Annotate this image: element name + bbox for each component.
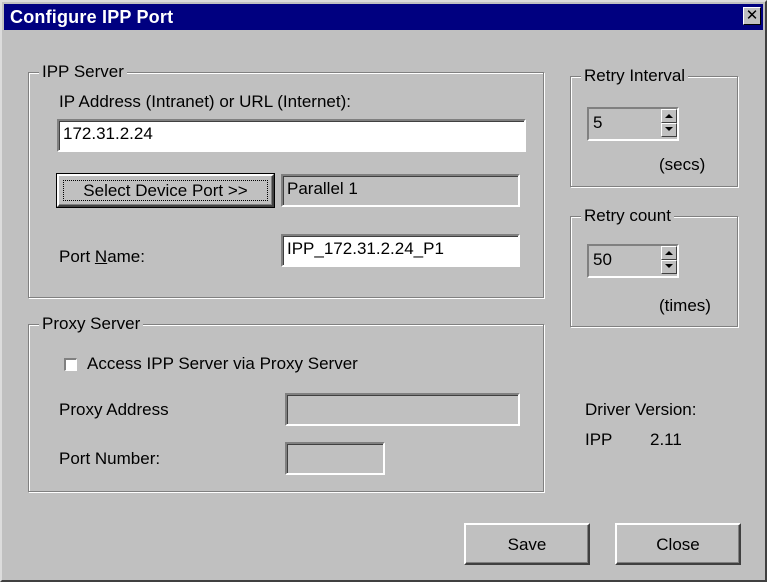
close-button[interactable]: Close <box>615 523 741 565</box>
retry-count-value: 50 <box>593 250 612 269</box>
ip-address-field[interactable]: 172.31.2.24 <box>57 119 526 152</box>
port-name-value: IPP_172.31.2.24_P1 <box>287 239 444 258</box>
device-port-field: Parallel 1 <box>281 174 520 207</box>
close-icon[interactable]: ✕ <box>743 7 761 25</box>
close-button-label: Close <box>656 535 700 554</box>
select-device-port-button[interactable]: Select Device Port >> <box>56 173 275 208</box>
spin-down-arrow-icon[interactable] <box>661 260 677 274</box>
port-number-field <box>285 442 385 475</box>
retry-interval-value: 5 <box>593 113 603 132</box>
spin-up-arrow-icon[interactable] <box>661 246 677 260</box>
port-name-label: Port Name: <box>59 247 145 266</box>
ip-address-value: 172.31.2.24 <box>63 124 153 143</box>
ip-address-label: IP Address (Intranet) or URL (Internet): <box>59 92 351 111</box>
retry-count-legend: Retry count <box>581 206 674 226</box>
proxy-checkbox[interactable] <box>64 358 77 371</box>
configure-ipp-port-dialog: Configure IPP Port ✕ IPP Server IP Addre… <box>0 0 767 582</box>
retry-interval-spinner[interactable]: 5 <box>587 107 679 141</box>
save-button-label: Save <box>507 535 547 554</box>
spin-down-arrow-icon[interactable] <box>661 123 677 137</box>
retry-interval-unit: (secs) <box>659 155 706 174</box>
port-number-label: Port Number: <box>59 449 161 468</box>
ipp-server-legend: IPP Server <box>39 62 127 82</box>
device-port-value: Parallel 1 <box>287 179 358 198</box>
port-name-field[interactable]: IPP_172.31.2.24_P1 <box>281 234 520 267</box>
proxy-address-field <box>285 393 520 426</box>
spin-up-arrow-icon[interactable] <box>661 109 677 123</box>
save-button[interactable]: Save <box>464 523 590 565</box>
proxy-address-label: Proxy Address <box>59 400 169 419</box>
retry-count-spinner[interactable]: 50 <box>587 244 679 278</box>
driver-version-label: Driver Version: <box>585 400 697 419</box>
proxy-checkbox-label[interactable]: Access IPP Server via Proxy Server <box>87 354 358 374</box>
retry-interval-legend: Retry Interval <box>581 66 689 86</box>
retry-count-unit: (times) <box>659 296 711 315</box>
proxy-server-legend: Proxy Server <box>39 314 144 334</box>
title-bar[interactable]: Configure IPP Port ✕ <box>4 4 763 30</box>
driver-version-value: 2.11 <box>650 430 682 449</box>
window-title: Configure IPP Port <box>10 7 174 27</box>
focus-rect <box>63 180 268 201</box>
driver-name: IPP <box>585 430 613 449</box>
